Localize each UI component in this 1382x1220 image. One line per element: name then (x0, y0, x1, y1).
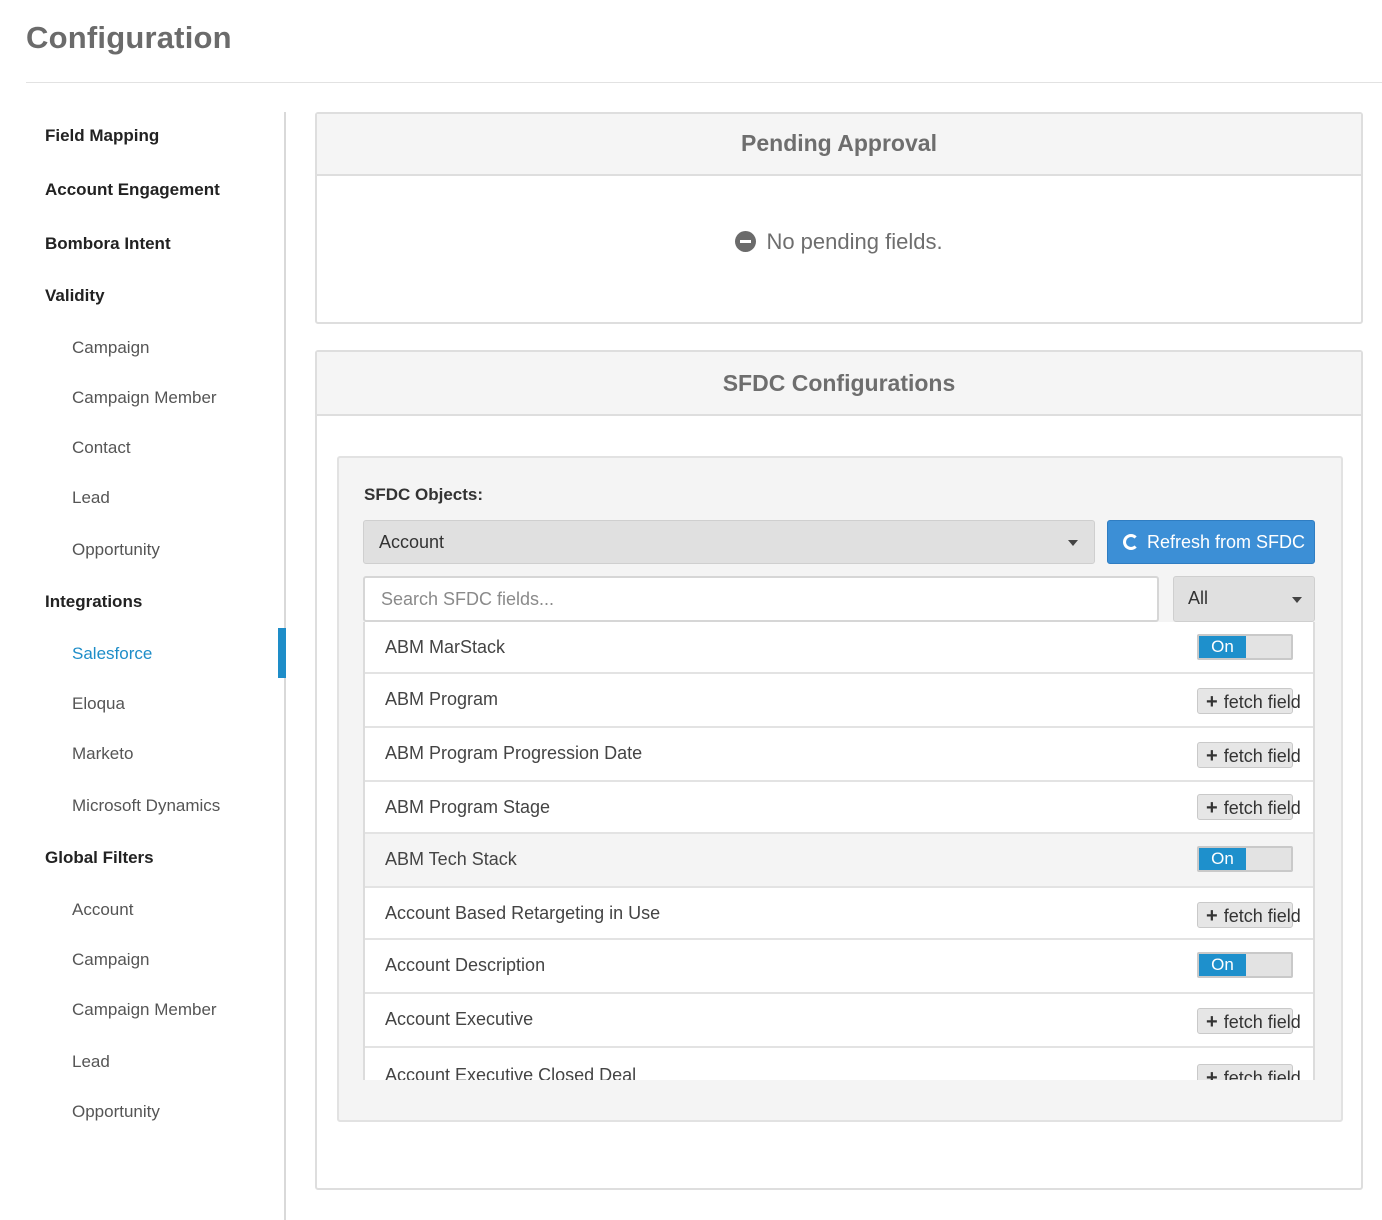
field-filter-select[interactable]: All (1173, 576, 1315, 622)
plus-icon: + (1206, 691, 1218, 713)
sidebar-item-microsoft-dynamics[interactable]: Microsoft Dynamics (72, 796, 220, 816)
sidebar-item-field-mapping[interactable]: Field Mapping (45, 126, 159, 146)
field-row: ABM Program + fetch field (365, 674, 1313, 728)
field-row: Account Executive + fetch field (365, 994, 1313, 1048)
fetch-field-label: fetch field (1223, 1012, 1301, 1032)
refresh-button-label: Refresh from SFDC (1147, 532, 1306, 552)
fetch-field-button[interactable]: + fetch field (1197, 794, 1301, 820)
sidebar-item-filters-opportunity[interactable]: Opportunity (72, 1102, 160, 1122)
field-name: ABM Program Progression Date (385, 743, 643, 763)
refresh-icon (1123, 534, 1139, 550)
field-row: Account Based Retargeting in Use + fetch … (365, 888, 1313, 940)
sidebar-section-integrations[interactable]: Integrations (45, 592, 142, 612)
sidebar-item-filters-campaign[interactable]: Campaign (72, 950, 150, 970)
sidebar-item-salesforce[interactable]: Salesforce (72, 644, 152, 664)
field-row: ABM Tech Stack On (365, 834, 1313, 888)
sfdc-objects-label: SFDC Objects: (364, 485, 484, 504)
sidebar-item-account-engagement[interactable]: Account Engagement (45, 180, 220, 200)
sidebar-item-validity-campaign-member[interactable]: Campaign Member (72, 388, 217, 408)
fetch-field-button[interactable]: + fetch field (1197, 688, 1301, 714)
field-name: Account Executive (385, 1009, 534, 1029)
sidebar-item-validity-lead[interactable]: Lead (72, 488, 110, 508)
field-row: ABM MarStack On (365, 622, 1313, 674)
field-name: Account Description (385, 955, 546, 975)
field-name: ABM MarStack (385, 637, 506, 657)
field-row: ABM Program Progression Date + fetch fiel… (365, 728, 1313, 782)
field-row: Account Executive Closed Deal + fetch fie… (365, 1048, 1313, 1080)
field-name: Account Executive Closed Deal (385, 1065, 637, 1080)
chevron-down-icon (1292, 597, 1302, 603)
field-name: ABM Program Stage (385, 797, 551, 817)
sidebar-section-global-filters[interactable]: Global Filters (45, 848, 154, 868)
pending-approval-title: Pending Approval (317, 114, 1361, 176)
sfdc-object-select[interactable]: Account (363, 520, 1095, 564)
pending-approval-panel: Pending Approval No pending fields. (315, 112, 1363, 324)
sidebar-item-filters-campaign-member[interactable]: Campaign Member (72, 1000, 217, 1020)
plus-icon: + (1206, 1011, 1218, 1033)
refresh-from-sfdc-button[interactable]: Refresh from SFDC (1107, 520, 1315, 564)
sidebar-item-marketo[interactable]: Marketo (72, 744, 133, 764)
sfdc-configurations-panel: SFDC Configurations SFDC Objects: Accoun… (315, 350, 1363, 1190)
pending-empty-message: No pending fields. (317, 229, 1361, 255)
active-indicator (278, 628, 286, 678)
page-title: Configuration (26, 20, 232, 55)
sidebar-item-filters-account[interactable]: Account (72, 900, 133, 920)
sfdc-configurations-title: SFDC Configurations (317, 352, 1361, 416)
field-toggle[interactable]: On (1197, 846, 1293, 872)
field-toggle[interactable]: On (1197, 952, 1293, 978)
field-filter-value: All (1188, 588, 1209, 608)
plus-icon: + (1206, 745, 1218, 767)
field-toggle[interactable]: On (1197, 634, 1293, 660)
sfdc-objects-box: SFDC Objects: Account Refresh from SFDC … (337, 456, 1343, 1122)
field-row: ABM Program Stage + fetch field (365, 782, 1313, 834)
toggle-on-label: On (1199, 954, 1246, 976)
fetch-field-label: fetch field (1223, 906, 1301, 926)
field-name: Account Based Retargeting in Use (385, 903, 661, 923)
sidebar-section-validity[interactable]: Validity (45, 286, 105, 306)
plus-icon: + (1206, 905, 1218, 927)
sidebar: Field Mapping Account Engagement Bombora… (0, 112, 286, 1220)
plus-icon: + (1206, 1067, 1218, 1080)
chevron-down-icon (1068, 540, 1078, 546)
field-name: ABM Tech Stack (385, 849, 517, 869)
sidebar-item-validity-campaign[interactable]: Campaign (72, 338, 150, 358)
sidebar-item-bombora-intent[interactable]: Bombora Intent (45, 234, 171, 254)
fetch-field-label: fetch field (1223, 1068, 1301, 1080)
minus-circle-icon (735, 231, 757, 252)
pending-message-text: No pending fields. (766, 229, 943, 254)
plus-icon: + (1206, 797, 1218, 819)
toggle-on-label: On (1199, 848, 1246, 870)
field-name: ABM Program (385, 689, 499, 709)
sidebar-item-validity-opportunity[interactable]: Opportunity (72, 540, 160, 560)
fetch-field-label: fetch field (1223, 798, 1301, 818)
sidebar-item-filters-lead[interactable]: Lead (72, 1052, 110, 1072)
fetch-field-button[interactable]: + fetch field (1197, 1008, 1301, 1034)
field-row: Account Description On (365, 940, 1313, 994)
toggle-on-label: On (1199, 636, 1246, 658)
fetch-field-button[interactable]: + fetch field (1197, 902, 1301, 928)
search-sfdc-fields-input[interactable] (363, 576, 1159, 622)
sfdc-field-list[interactable]: ABM MarStack On ABM Program + fetch field… (363, 622, 1315, 1080)
sidebar-item-validity-contact[interactable]: Contact (72, 438, 131, 458)
sfdc-object-selected-value: Account (379, 532, 445, 552)
sidebar-item-eloqua[interactable]: Eloqua (72, 694, 125, 714)
fetch-field-button[interactable]: + fetch field (1197, 1064, 1301, 1080)
fetch-field-label: fetch field (1223, 692, 1301, 712)
fetch-field-label: fetch field (1223, 746, 1301, 766)
fetch-field-button[interactable]: + fetch field (1197, 742, 1301, 768)
title-divider (26, 82, 1382, 83)
